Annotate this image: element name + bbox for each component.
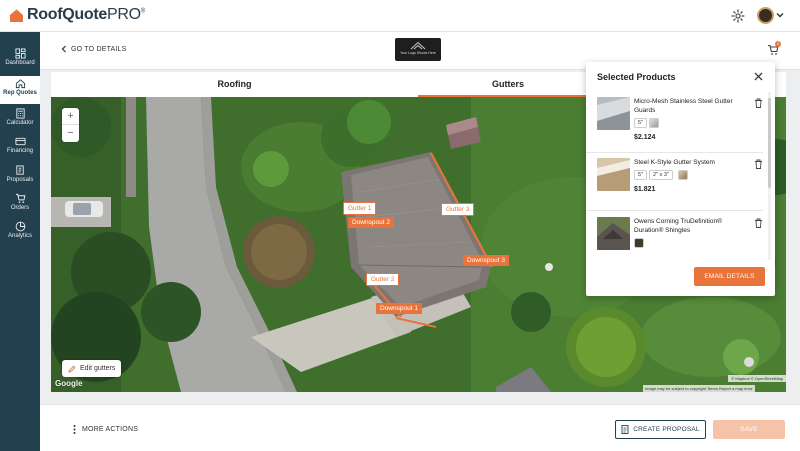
- go-to-details-label: GO TO DETAILS: [71, 45, 127, 53]
- close-icon[interactable]: [754, 72, 763, 81]
- trash-icon[interactable]: [754, 98, 763, 108]
- product-price: $1.821: [634, 186, 656, 193]
- sidebar-item-proposals[interactable]: Proposals: [0, 163, 40, 191]
- action-bar: MORE ACTIONS CREATE PROPOSAL SAVE: [40, 404, 800, 451]
- sidebar-item-label: Rep Quotes: [3, 90, 37, 96]
- sidebar-item-label: Analytics: [7, 233, 32, 239]
- product-list[interactable]: Micro-Mesh Stainless Steel Gutter Guards…: [586, 92, 775, 260]
- map-attribution[interactable]: © Mapbox © OpenStreetMap: [728, 375, 786, 382]
- sidebar-item-label: Proposals: [6, 177, 34, 183]
- product-name: Owens Corning TruDefinition® Duration® S…: [634, 218, 722, 234]
- proposals-icon: [15, 165, 24, 175]
- go-to-details-link[interactable]: GO TO DETAILS: [61, 45, 127, 53]
- sidebar-item-rep-quotes[interactable]: Rep Quotes: [0, 76, 40, 104]
- downspout-label-1[interactable]: Downspout 1: [376, 303, 422, 314]
- panel-scrollbar[interactable]: [768, 92, 771, 260]
- list-item: Steel K-Style Gutter System 5" 2" x 3" $…: [597, 158, 769, 210]
- sidebar: Dashboard Rep Quotes Calculator Financin…: [0, 32, 40, 451]
- trash-icon[interactable]: [754, 159, 763, 169]
- avatar[interactable]: [757, 7, 774, 24]
- cart-icon: [15, 193, 25, 203]
- sidebar-item-label: Calculator: [6, 120, 34, 126]
- sidebar-item-dashboard[interactable]: Dashboard: [0, 46, 40, 74]
- kebab-menu-icon: [73, 425, 76, 434]
- save-button[interactable]: SAVE: [713, 420, 785, 439]
- cart-count-badge: 2: [775, 41, 781, 47]
- sidebar-item-label: Dashboard: [5, 60, 35, 66]
- brand-placeholder-text: Your Logo Shows Here: [400, 51, 436, 55]
- size-option-chip[interactable]: 2" x 3": [649, 170, 673, 180]
- zoom-in-button[interactable]: +: [62, 108, 79, 125]
- create-proposal-button[interactable]: CREATE PROPOSAL: [615, 420, 706, 439]
- size-option-chip[interactable]: 5": [634, 170, 648, 180]
- sidebar-item-label: Financing: [6, 148, 33, 154]
- calculator-icon: [15, 108, 25, 119]
- sidebar-item-orders[interactable]: Orders: [0, 191, 40, 219]
- gutter-label-3[interactable]: Gutter 3: [441, 203, 475, 216]
- map-terms[interactable]: Image may be subject to copyright Terms …: [643, 385, 755, 392]
- document-icon: [621, 425, 629, 434]
- more-actions-label: MORE ACTIONS: [82, 426, 139, 433]
- chevron-down-icon[interactable]: [775, 10, 785, 20]
- dashboard-icon: [14, 48, 26, 59]
- create-proposal-label: CREATE PROPOSAL: [633, 426, 700, 433]
- logo-registered-mark: ®: [140, 8, 145, 15]
- downspout-label-2[interactable]: Downspout 2: [348, 217, 394, 228]
- product-image: [597, 97, 630, 130]
- app-logo[interactable]: RoofQuotePRO®: [9, 6, 145, 24]
- panel-title: Selected Products: [597, 72, 676, 82]
- list-item: Owens Corning TruDefinition® Duration® S…: [597, 217, 769, 257]
- tab-roofing[interactable]: Roofing: [51, 72, 418, 97]
- color-swatch[interactable]: [634, 238, 644, 248]
- edit-gutters-button[interactable]: Edit gutters: [62, 360, 122, 377]
- logo-name: RoofQuote: [27, 6, 107, 23]
- pie-chart-icon: [15, 221, 25, 232]
- product-name: Micro-Mesh Stainless Steel Gutter Guards: [634, 98, 733, 114]
- pencil-icon: [68, 365, 76, 373]
- product-name: Steel K-Style Gutter System: [634, 159, 715, 166]
- house-logo-icon: [9, 8, 24, 23]
- gutter-label-1[interactable]: Gutter 1: [343, 202, 377, 215]
- downspout-label-3[interactable]: Downspout 3: [463, 255, 509, 266]
- list-item: Micro-Mesh Stainless Steel Gutter Guards…: [597, 97, 769, 149]
- selected-products-panel: Selected Products Micro-Mesh Stainless S…: [586, 62, 775, 296]
- trash-icon[interactable]: [754, 218, 763, 228]
- color-swatch[interactable]: [649, 118, 659, 128]
- edit-gutters-label: Edit gutters: [80, 365, 116, 372]
- scrollbar-thumb[interactable]: [768, 98, 771, 188]
- home-icon: [15, 79, 25, 89]
- sidebar-item-financing[interactable]: Financing: [0, 134, 40, 162]
- email-details-button[interactable]: EMAIL DETAILS: [694, 267, 765, 286]
- sidebar-item-label: Orders: [10, 205, 30, 211]
- product-image: [597, 158, 630, 191]
- product-price: $2.124: [634, 134, 656, 141]
- divider: [586, 210, 763, 211]
- house-outline-icon: [410, 41, 426, 50]
- gear-icon[interactable]: [731, 9, 745, 23]
- brand-logo-placeholder: Your Logo Shows Here: [395, 38, 441, 61]
- gutter-label-2[interactable]: Gutter 2: [366, 273, 400, 286]
- top-bar: RoofQuotePRO®: [0, 0, 800, 32]
- divider: [586, 152, 763, 153]
- product-image: [597, 217, 630, 250]
- color-swatch[interactable]: [678, 170, 688, 180]
- sidebar-item-analytics[interactable]: Analytics: [0, 219, 40, 247]
- zoom-out-button[interactable]: −: [62, 125, 79, 142]
- size-option-chip[interactable]: 5": [634, 118, 648, 128]
- tab-gutters[interactable]: Gutters: [418, 72, 598, 97]
- google-logo: Google: [55, 379, 83, 388]
- more-actions-button[interactable]: MORE ACTIONS: [73, 425, 138, 434]
- sidebar-item-calculator[interactable]: Calculator: [0, 106, 40, 134]
- wallet-icon: [14, 137, 26, 146]
- logo-suffix: PRO: [106, 6, 141, 23]
- chevron-left-icon: [61, 45, 66, 53]
- zoom-control[interactable]: + −: [62, 108, 79, 142]
